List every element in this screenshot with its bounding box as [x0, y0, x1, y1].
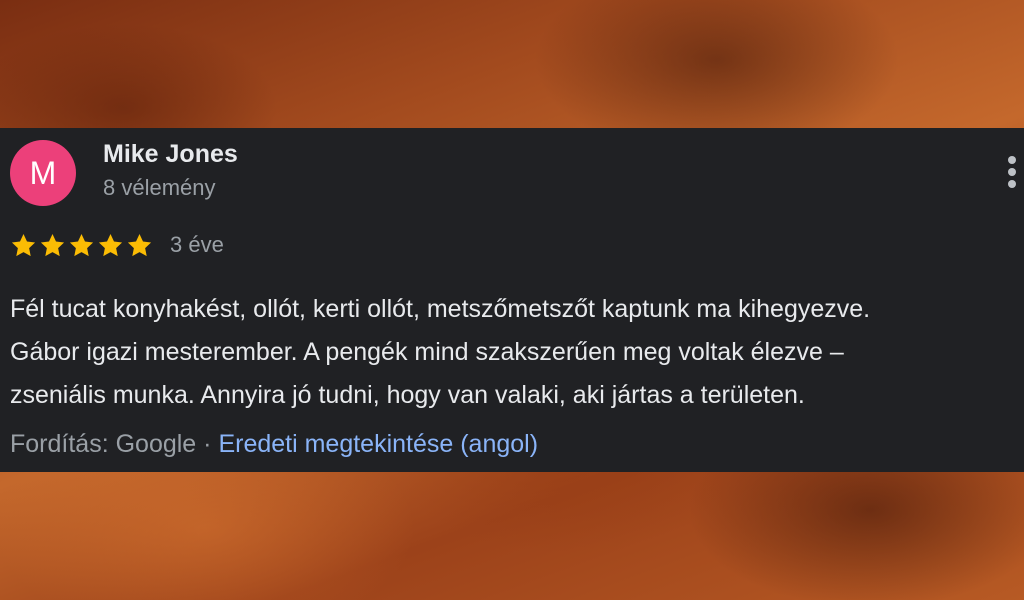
star-icon: [127, 233, 152, 256]
review-line: Fél tucat konyhakést, ollót, kerti ollót…: [10, 295, 871, 323]
translated-by: Fordítás: Google: [10, 430, 197, 458]
menu-dot: [1008, 168, 1016, 176]
review-card: M Mike Jones 8 vélemény 3 éve Fél tucat …: [0, 128, 1024, 472]
separator: ·: [196, 430, 219, 458]
menu-dot: [1008, 156, 1016, 164]
review-line: zseniális munka. Annyira jó tudni, hogy …: [10, 381, 805, 409]
avatar[interactable]: M: [10, 140, 76, 206]
review-text: Fél tucat konyhakést, ollót, kerti ollót…: [10, 288, 1020, 417]
review-line: Gábor igazi mesterember. A pengék mind s…: [10, 338, 844, 366]
star-icon: [11, 233, 36, 256]
more-options-icon[interactable]: [1000, 152, 1024, 192]
translation-note: Fordítás: Google · Eredeti megtekintése …: [10, 430, 538, 459]
review-count: 8 vélemény: [103, 175, 216, 200]
star-icon: [40, 233, 65, 256]
star-icon: [69, 233, 94, 256]
author-name[interactable]: Mike Jones: [103, 140, 238, 169]
star-rating: 3 éve: [10, 230, 224, 260]
star-icon: [98, 233, 123, 256]
stars: [10, 232, 153, 259]
menu-dot: [1008, 180, 1016, 188]
view-original-link[interactable]: Eredeti megtekintése (angol): [218, 430, 538, 458]
review-time: 3 éve: [170, 232, 224, 257]
